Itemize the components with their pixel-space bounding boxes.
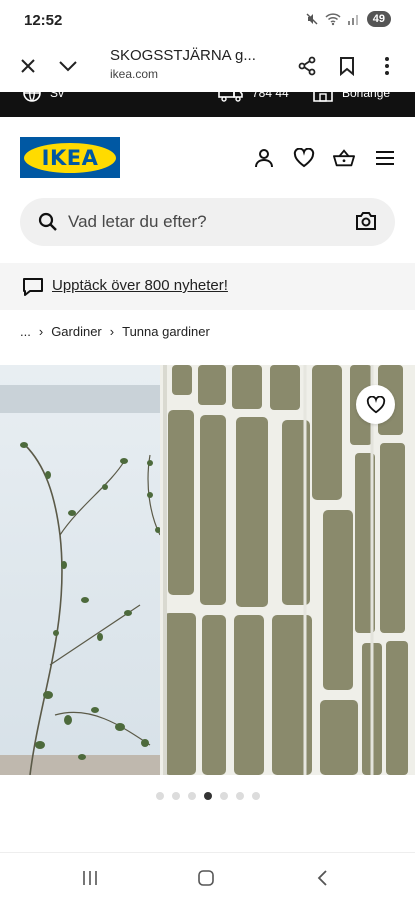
mute-icon bbox=[306, 13, 318, 25]
hamburger-icon[interactable] bbox=[374, 147, 396, 169]
gallery-dot[interactable] bbox=[155, 792, 164, 800]
globe-icon bbox=[23, 92, 41, 102]
chat-bubble-icon bbox=[23, 278, 43, 296]
browser-toolbar: SKOGSSTJÄRNA g... ikea.com bbox=[0, 42, 415, 92]
back-icon[interactable] bbox=[310, 867, 334, 889]
recents-icon[interactable] bbox=[78, 867, 102, 889]
postcode-label: 784 44 bbox=[252, 92, 289, 100]
close-icon[interactable] bbox=[14, 52, 42, 80]
breadcrumb-gardiner[interactable]: Gardiner bbox=[51, 324, 102, 339]
gallery-dot[interactable] bbox=[251, 792, 260, 800]
basket-icon[interactable] bbox=[333, 147, 355, 169]
store-selector[interactable]: Borlänge bbox=[312, 92, 390, 103]
language-label: Sv bbox=[50, 92, 65, 100]
page-title: SKOGSSTJÄRNA g... bbox=[110, 47, 256, 64]
gallery-dot[interactable] bbox=[235, 792, 244, 800]
breadcrumb-tunna-gardiner[interactable]: Tunna gardiner bbox=[122, 324, 210, 339]
breadcrumb-ellipsis[interactable]: ... bbox=[20, 324, 31, 339]
system-nav-bar bbox=[0, 852, 415, 900]
share-icon[interactable] bbox=[293, 52, 321, 80]
gallery-dot[interactable] bbox=[203, 792, 212, 800]
chevron-right-icon: › bbox=[109, 324, 115, 339]
page-url: ikea.com bbox=[110, 67, 159, 81]
store-icon bbox=[313, 92, 333, 102]
promo-link[interactable]: Upptäck över 800 nyheter! bbox=[52, 277, 228, 294]
signal-icon bbox=[347, 15, 358, 25]
product-image[interactable] bbox=[0, 365, 415, 775]
camera-icon[interactable] bbox=[355, 211, 377, 231]
home-icon[interactable] bbox=[194, 867, 218, 889]
status-bar: 12:52 49 bbox=[0, 0, 415, 42]
chevron-right-icon: › bbox=[38, 324, 44, 339]
logo-text: IKEA bbox=[24, 142, 116, 173]
person-icon[interactable] bbox=[253, 147, 275, 169]
gallery-dot[interactable] bbox=[187, 792, 196, 800]
search-icon bbox=[38, 212, 57, 231]
site-header: IKEA bbox=[0, 117, 415, 197]
gallery-dot[interactable] bbox=[171, 792, 180, 800]
promo-banner[interactable]: Upptäck över 800 nyheter! bbox=[0, 263, 415, 310]
ikea-logo[interactable]: IKEA bbox=[20, 137, 120, 178]
postcode-selector[interactable]: 784 44 bbox=[218, 92, 289, 103]
status-icons: 49 bbox=[305, 11, 391, 27]
heart-icon[interactable] bbox=[293, 147, 315, 169]
status-time: 12:52 bbox=[24, 12, 63, 29]
search-bar[interactable]: Vad letar du efter? bbox=[20, 198, 395, 246]
gallery-dot[interactable] bbox=[219, 792, 228, 800]
battery-indicator: 49 bbox=[366, 11, 391, 27]
gallery-pagination bbox=[0, 792, 415, 800]
truck-icon bbox=[218, 92, 243, 102]
store-label: Borlänge bbox=[342, 92, 391, 100]
more-vert-icon[interactable] bbox=[373, 52, 401, 80]
wifi-icon bbox=[325, 13, 341, 26]
add-to-favourites-button[interactable] bbox=[356, 385, 395, 424]
search-input[interactable]: Vad letar du efter? bbox=[68, 212, 207, 232]
bookmark-icon[interactable] bbox=[333, 52, 361, 80]
curtain-photo bbox=[0, 365, 415, 775]
heart-icon bbox=[366, 395, 385, 413]
breadcrumb: ... › Gardiner › Tunna gardiner bbox=[20, 324, 210, 339]
language-selector[interactable]: Sv bbox=[22, 92, 64, 103]
chevron-down-icon[interactable] bbox=[54, 52, 82, 80]
info-strip: Sv 784 44 Borlänge bbox=[0, 92, 415, 117]
